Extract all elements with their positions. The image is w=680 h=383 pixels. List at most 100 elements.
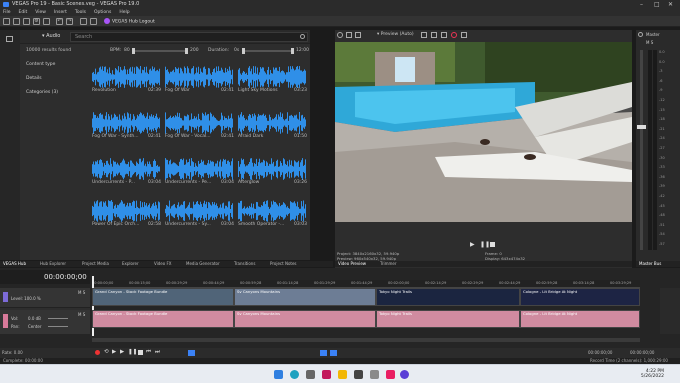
master-fader-track[interactable] [640, 50, 643, 250]
menu-help[interactable]: Help [119, 10, 129, 15]
bpm-slider[interactable] [132, 50, 188, 52]
stop-icon[interactable] [490, 242, 495, 247]
redo-icon[interactable]: ↷ [66, 18, 73, 25]
tab-media-generator[interactable]: Media Generator [186, 261, 220, 267]
app-icon[interactable] [322, 370, 331, 379]
file-explorer-icon[interactable] [338, 370, 347, 379]
pause-icon[interactable]: ❚❚ [480, 241, 490, 248]
category-categories[interactable]: Categories (3) [26, 90, 58, 95]
audio-pan-slider[interactable] [48, 326, 68, 327]
tile-title[interactable]: Undercurrents - P... [92, 180, 135, 185]
hub-logout-button[interactable]: VEGAS Hub Logout [104, 18, 155, 25]
audio-track-header[interactable]: Vol: 0.0 dB Pan: Center M S [0, 310, 90, 334]
master-mute-solo[interactable]: M S [646, 40, 653, 45]
timeline-ruler[interactable]: 00:00:00;00 00:00:15;00 00:00:29;29 00:00:4… [92, 280, 640, 288]
video-clip[interactable]: Grand Canyon - Stock Footage Bundle [92, 288, 234, 306]
preview-quality-dropdown[interactable]: ▾ Preview (Auto) [377, 32, 414, 37]
waveform-thumbnail[interactable] [238, 66, 306, 88]
go-to-start-icon[interactable]: ⏮ [146, 349, 151, 356]
bpm-min-handle[interactable] [132, 48, 135, 54]
duration-min-handle[interactable] [242, 48, 245, 54]
video-mute-solo[interactable]: M S [78, 290, 85, 295]
timeline-scrollbar[interactable] [92, 338, 640, 342]
category-details[interactable]: Details [26, 76, 42, 81]
copy-snapshot-icon[interactable] [441, 32, 447, 38]
waveform-thumbnail[interactable] [238, 112, 306, 134]
transport-play-icon[interactable]: ▶ [112, 349, 116, 355]
loop-icon[interactable]: ⟲ [104, 349, 109, 355]
waveform-thumbnail[interactable] [165, 66, 233, 88]
audio-clip[interactable]: Tokyo Night Trails [376, 310, 520, 328]
tile-title[interactable]: Smooth Operator -... [238, 222, 284, 227]
menu-insert[interactable]: Insert [54, 10, 67, 15]
tab-project-media[interactable]: Project Media [82, 261, 109, 267]
taskbar-clock[interactable]: 4:22 PM 5/26/2022 [628, 369, 664, 379]
category-content-type[interactable]: Content type [26, 62, 55, 67]
open-icon[interactable] [13, 18, 20, 25]
audio-clip[interactable]: Cologne - Lit Bridge At Night [520, 310, 640, 328]
app-icon-4[interactable] [386, 370, 395, 379]
video-fx-icon[interactable] [355, 32, 361, 38]
waveform-thumbnail[interactable] [92, 158, 160, 180]
render-icon[interactable] [43, 18, 50, 25]
video-clip[interactable]: Sv Canyons Mountains [234, 288, 376, 306]
tile-title[interactable]: Fog Of War - Vocal... [165, 134, 211, 139]
transport-stop-icon[interactable] [138, 350, 143, 355]
home-icon[interactable] [6, 36, 13, 42]
waveform-thumbnail[interactable] [165, 200, 233, 222]
start-icon[interactable] [274, 370, 283, 379]
maximize-icon[interactable]: □ [654, 0, 660, 9]
tile-title[interactable]: Undercurrents - Pe... [165, 180, 211, 185]
save-icon[interactable] [23, 18, 30, 25]
split-screen-icon[interactable] [346, 32, 352, 38]
tab-vegas-hub[interactable]: VEGAS Hub [3, 261, 26, 267]
tile-title[interactable]: Fog Of War [165, 88, 190, 93]
settings-app-icon[interactable] [306, 370, 315, 379]
tab-transitions[interactable]: Transitions [234, 261, 255, 267]
master-settings-icon[interactable] [638, 32, 643, 37]
tile-title[interactable]: Fog Of War - Synth... [92, 134, 139, 139]
menu-tools[interactable]: Tools [75, 10, 86, 15]
app-icon-2[interactable] [354, 370, 363, 379]
waveform-thumbnail[interactable] [165, 112, 233, 134]
audio-clip[interactable]: Sv Canyons Mountains [234, 310, 376, 328]
tile-title[interactable]: Undercurrents - Sy... [165, 222, 211, 227]
preview-settings-icon[interactable] [337, 32, 343, 38]
record-button[interactable] [95, 350, 100, 355]
tile-title[interactable]: Light Sky Motions [238, 88, 278, 93]
tab-hub-explorer[interactable]: Hub Explorer [40, 261, 66, 267]
waveform-thumbnail[interactable] [238, 200, 306, 222]
cut-icon[interactable] [80, 18, 87, 25]
waveform-thumbnail[interactable] [92, 200, 160, 222]
master-fader-handle[interactable] [637, 125, 646, 129]
new-icon[interactable] [3, 18, 10, 25]
vegas-taskbar-icon[interactable] [400, 370, 409, 379]
audio-mute-solo[interactable]: M S [78, 312, 85, 317]
play-icon[interactable]: ▶ [470, 241, 475, 248]
record-icon[interactable] [451, 32, 457, 38]
settings-icon[interactable]: ⚙ [33, 18, 40, 25]
bpm-max-handle[interactable] [185, 48, 188, 54]
menu-options[interactable]: Options [94, 10, 111, 15]
minimize-icon[interactable]: – [640, 0, 643, 9]
menu-edit[interactable]: Edit [19, 10, 28, 15]
waveform-thumbnail[interactable] [238, 158, 306, 180]
edge-icon[interactable] [290, 370, 299, 379]
snapping-icon[interactable] [320, 350, 327, 356]
tile-title[interactable]: Afterglow [238, 180, 259, 185]
close-icon[interactable]: ✕ [668, 0, 673, 9]
tab-project-notes[interactable]: Project Notes [270, 261, 297, 267]
normal-edit-tool-icon[interactable] [188, 350, 195, 356]
preview-options-icon[interactable] [461, 32, 467, 38]
tile-title[interactable]: Power Of Epic Orch... [92, 222, 139, 227]
menu-view[interactable]: View [35, 10, 46, 15]
overlay-icon[interactable] [421, 32, 427, 38]
search-input[interactable]: Search [70, 32, 308, 42]
tab-video-fx[interactable]: Video FX [154, 261, 172, 267]
audio-vol-slider[interactable] [48, 318, 68, 319]
waveform-thumbnail[interactable] [92, 66, 160, 88]
video-track-header[interactable]: Level: 100.0 % M S [0, 288, 90, 308]
transport-pause-icon[interactable]: ❚❚ [128, 349, 137, 355]
video-clip[interactable]: Tokyo Night Trails [376, 288, 520, 306]
go-to-end-icon[interactable]: ⏭ [155, 349, 160, 356]
